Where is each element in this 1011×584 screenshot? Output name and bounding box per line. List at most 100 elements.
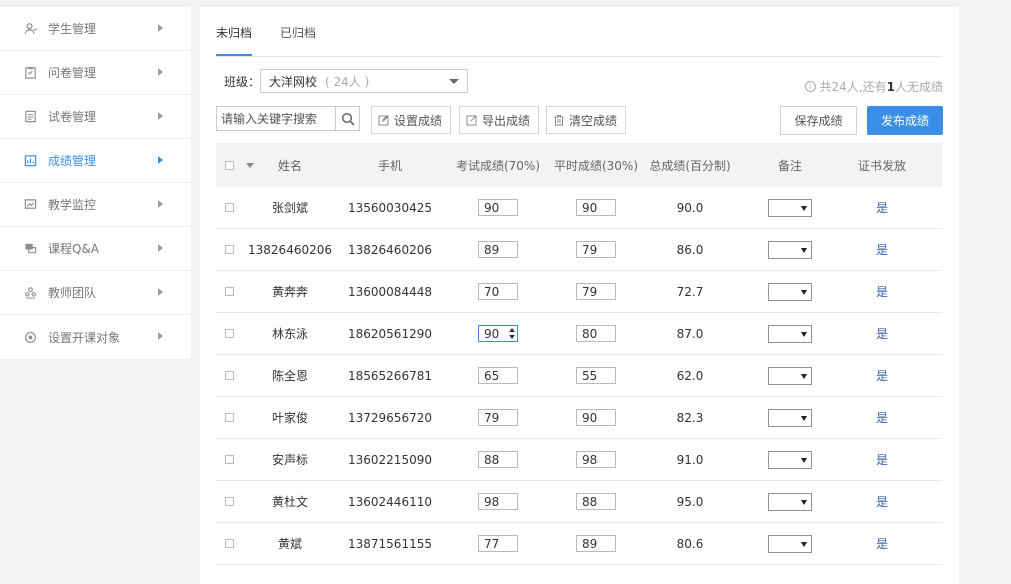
select-all-checkbox[interactable]	[224, 160, 234, 170]
daily-score-input[interactable]	[576, 409, 616, 426]
sidebar-item-course-qa[interactable]: 课程Q&A	[0, 227, 191, 271]
tab-unarchived[interactable]: 未归档	[216, 24, 252, 41]
header-certificate: 证书发放	[857, 158, 906, 173]
certificate-status[interactable]: 是	[850, 397, 914, 438]
certificate-status[interactable]: 是	[850, 313, 914, 354]
spinner-arrows-icon[interactable]	[507, 326, 517, 341]
set-grades-button[interactable]: 设置成绩	[371, 106, 452, 134]
chevron-down-icon	[801, 457, 807, 463]
export-grades-button[interactable]: 导出成绩	[459, 106, 540, 134]
note-select[interactable]	[768, 324, 812, 343]
daily-score-input[interactable]	[576, 325, 616, 342]
tab-archived[interactable]: 已归档	[280, 24, 316, 41]
note-select[interactable]	[768, 534, 812, 553]
note-cell	[756, 481, 824, 522]
exam-score-input[interactable]	[478, 493, 518, 510]
monitor-chart-icon	[23, 198, 37, 212]
table-row: 黄杜文 13602446110 95.0 是	[216, 481, 942, 523]
student-phone: 13826460206	[348, 242, 432, 257]
note-select[interactable]	[768, 492, 812, 511]
chevron-right-icon	[158, 112, 163, 120]
row-select-cell	[216, 481, 242, 522]
sidebar-item-teaching-monitor[interactable]: 教学监控	[0, 183, 191, 227]
chevron-down-icon	[801, 415, 807, 421]
search-icon	[341, 112, 355, 126]
daily-score-input[interactable]	[576, 241, 616, 258]
note-select[interactable]	[768, 366, 812, 385]
row-checkbox[interactable]	[224, 497, 234, 506]
row-checkbox[interactable]	[224, 245, 234, 254]
daily-score-cell	[548, 397, 644, 438]
daily-score-input[interactable]	[576, 451, 616, 468]
note-select[interactable]	[768, 450, 812, 469]
save-grades-button[interactable]: 保存成绩	[780, 106, 857, 135]
row-checkbox[interactable]	[224, 455, 234, 464]
certificate-status[interactable]: 是	[850, 439, 914, 480]
sidebar-item-questionnaire[interactable]: 问卷管理	[0, 51, 191, 95]
chevron-right-icon	[158, 244, 163, 252]
sidebar-item-course-audience[interactable]: 设置开课对象	[0, 315, 191, 359]
row-select-cell	[216, 439, 242, 480]
total-score: 72.7	[676, 284, 704, 299]
search-input[interactable]	[217, 107, 335, 130]
search-button[interactable]	[335, 107, 359, 130]
certificate-status[interactable]: 是	[850, 187, 914, 228]
exam-score-input[interactable]	[478, 241, 518, 258]
exam-score-input[interactable]	[478, 451, 518, 468]
row-checkbox[interactable]	[224, 413, 234, 422]
total-score: 80.6	[676, 536, 704, 551]
row-checkbox[interactable]	[224, 329, 234, 338]
daily-score-input[interactable]	[576, 283, 616, 300]
daily-score-input[interactable]	[576, 199, 616, 216]
sidebar-item-grades[interactable]: 成绩管理	[0, 139, 191, 183]
sidebar-item-students[interactable]: 学生管理	[0, 7, 191, 51]
table-row: 黄斌 13871561155 80.6 是	[216, 523, 942, 565]
info-icon: i	[804, 81, 816, 92]
clear-grades-button[interactable]: 清空成绩	[546, 106, 627, 134]
row-checkbox[interactable]	[224, 539, 234, 548]
certificate-status[interactable]: 是	[850, 523, 914, 564]
header-phone: 手机	[377, 158, 402, 173]
daily-score-input[interactable]	[576, 535, 616, 552]
row-checkbox[interactable]	[224, 371, 234, 380]
exam-score-input[interactable]	[478, 199, 518, 216]
class-name: 大洋网校	[269, 74, 318, 89]
exam-score-input[interactable]	[478, 367, 518, 384]
sidebar-item-teacher-team[interactable]: 教师团队	[0, 271, 191, 315]
exam-score-input[interactable]	[478, 283, 518, 300]
note-cell	[756, 229, 824, 270]
chevron-right-icon	[158, 68, 163, 76]
row-select-cell	[216, 355, 242, 396]
certificate-status[interactable]: 是	[850, 481, 914, 522]
exam-score-input[interactable]	[478, 409, 518, 426]
class-select[interactable]: 大洋网校 ( 24人 )	[260, 69, 468, 93]
target-icon	[23, 330, 37, 344]
chevron-right-icon	[158, 288, 163, 296]
exam-score-input[interactable]	[478, 535, 518, 552]
sidebar-item-exam-papers[interactable]: 试卷管理	[0, 95, 191, 139]
note-select[interactable]	[768, 240, 812, 259]
row-checkbox[interactable]	[224, 203, 234, 212]
chevron-down-icon	[801, 205, 807, 211]
class-count: ( 24人 )	[325, 74, 370, 89]
publish-grades-button[interactable]: 发布成绩	[867, 106, 943, 135]
daily-score-cell	[548, 271, 644, 312]
tab-bar: 未归档 已归档	[216, 7, 942, 57]
note-select[interactable]	[768, 282, 812, 301]
row-select-cell	[216, 523, 242, 564]
active-tab-indicator	[216, 54, 252, 56]
trash-icon	[553, 114, 565, 126]
row-checkbox[interactable]	[224, 287, 234, 296]
certificate-status[interactable]: 是	[850, 355, 914, 396]
class-label: 班级：	[224, 75, 261, 89]
note-cell	[756, 313, 824, 354]
sidebar-item-label: 问卷管理	[48, 66, 97, 80]
certificate-status[interactable]: 是	[850, 229, 914, 270]
daily-score-input[interactable]	[576, 493, 616, 510]
daily-score-input[interactable]	[576, 367, 616, 384]
note-select[interactable]	[768, 408, 812, 427]
sidebar-item-label: 课程Q&A	[48, 242, 100, 256]
note-select[interactable]	[768, 198, 812, 217]
certificate-status[interactable]: 是	[850, 271, 914, 312]
summary-suffix: 人无成绩	[894, 80, 943, 94]
